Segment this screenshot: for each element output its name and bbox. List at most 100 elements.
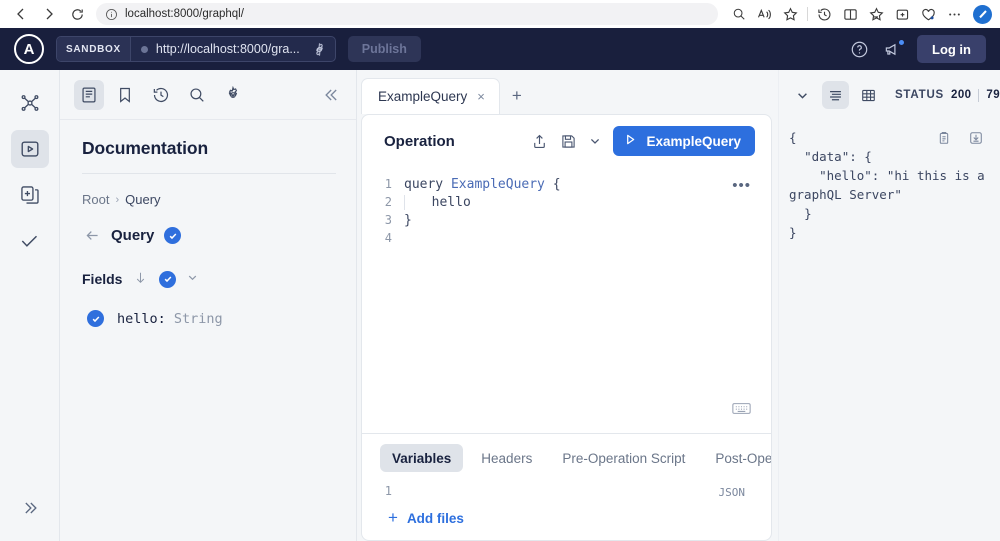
- list-item[interactable]: hello: String: [82, 310, 336, 327]
- line-number: 1: [384, 177, 392, 191]
- code-line: 1: [362, 482, 771, 500]
- browser-chrome-icons: [726, 2, 992, 26]
- breadcrumb: Root › Query: [82, 192, 336, 207]
- line-number: 4: [384, 231, 392, 245]
- share-upload-icon[interactable]: [531, 133, 548, 150]
- sort-arrow-icon[interactable]: [133, 270, 148, 288]
- help-circle-icon[interactable]: [850, 40, 869, 59]
- json-view-icon[interactable]: [822, 81, 849, 109]
- query-editor[interactable]: 1 query ExampleQuery { 2 hello 3 } 4 •••: [362, 167, 771, 433]
- play-icon: [624, 133, 637, 149]
- save-floppy-icon[interactable]: [560, 133, 577, 150]
- selected-check-icon[interactable]: [164, 227, 182, 244]
- read-aloud-icon[interactable]: [752, 2, 777, 26]
- tab-pre-operation-script[interactable]: Pre-Operation Script: [550, 444, 697, 472]
- run-operation-label: ExampleQuery: [646, 133, 741, 149]
- changelog-icon[interactable]: [11, 176, 49, 214]
- back-arrow-icon[interactable]: [84, 227, 101, 244]
- sandbox-badge: SANDBOX: [57, 37, 131, 61]
- variables-format-label: JSON: [718, 486, 746, 499]
- keyboard-shortcuts-icon[interactable]: [732, 401, 751, 421]
- collapse-panel-icon[interactable]: [322, 85, 342, 105]
- more-options-icon[interactable]: [942, 2, 967, 26]
- browser-url-field[interactable]: localhost:8000/graphql/: [96, 3, 718, 25]
- browser-toolbar: localhost:8000/graphql/: [0, 0, 1000, 28]
- add-files-button[interactable]: + Add files: [362, 500, 771, 528]
- documentation-toolbar: [60, 70, 356, 120]
- apollo-logo-letter: A: [23, 40, 35, 58]
- field-check-icon[interactable]: [87, 310, 104, 327]
- documentation-icon[interactable]: [74, 79, 104, 110]
- apollo-logo-icon[interactable]: A: [14, 34, 44, 64]
- code-keyword: query: [404, 176, 451, 192]
- operation-tabstrip: ExampleQuery × +: [357, 70, 778, 114]
- checks-icon[interactable]: [11, 222, 49, 260]
- code-line: 1 query ExampleQuery {: [362, 175, 771, 193]
- documentation-panel: Documentation Root › Query Query Fields: [60, 70, 357, 541]
- split-screen-icon[interactable]: [838, 2, 863, 26]
- explorer-play-icon[interactable]: [10, 130, 49, 168]
- chevron-down-icon[interactable]: [589, 135, 601, 147]
- copy-clipboard-icon[interactable]: [936, 130, 952, 146]
- code-line: 3 }: [362, 211, 771, 229]
- forward-arrow-icon[interactable]: [36, 2, 62, 26]
- endpoint-url-text: http://localhost:8000/gra...: [155, 42, 300, 56]
- tab-label: ExampleQuery: [378, 89, 468, 104]
- field-separator: :: [157, 310, 174, 327]
- collections-icon[interactable]: [864, 2, 889, 26]
- run-operation-button[interactable]: ExampleQuery: [613, 126, 755, 156]
- back-arrow-icon[interactable]: [8, 2, 34, 26]
- type-name: Query: [111, 227, 155, 244]
- code-line: 2 hello: [362, 193, 771, 211]
- tab-post-operation-script[interactable]: Post-Opera: [703, 444, 771, 472]
- endpoint-status-dot: [140, 45, 148, 53]
- variables-body[interactable]: 1 JSON + Add files: [362, 482, 771, 540]
- code-more-options-icon[interactable]: •••: [732, 177, 751, 194]
- endpoint-url-field[interactable]: http://localhost:8000/gra...: [131, 37, 335, 61]
- new-tab-button[interactable]: +: [500, 78, 534, 114]
- settings-gear-icon[interactable]: [308, 42, 327, 57]
- chevron-down-icon[interactable]: [789, 81, 815, 109]
- code-brace: {: [544, 176, 561, 192]
- tab-variables[interactable]: Variables: [380, 444, 464, 472]
- history-icon[interactable]: [812, 2, 837, 26]
- login-button[interactable]: Log in: [917, 35, 986, 63]
- type-header-row: Query: [82, 227, 336, 244]
- status-separator: [978, 88, 980, 102]
- publish-button[interactable]: Publish: [347, 36, 421, 62]
- download-icon[interactable]: [968, 130, 984, 146]
- megaphone-icon[interactable]: [883, 38, 905, 59]
- close-icon[interactable]: ×: [477, 89, 485, 104]
- browser-profile-avatar[interactable]: [973, 4, 992, 24]
- browser-extensions-icon[interactable]: [890, 2, 915, 26]
- expand-rail-icon[interactable]: [11, 489, 49, 527]
- code-text: }: [404, 212, 412, 228]
- field-type: String: [173, 310, 223, 327]
- settings-gear-icon[interactable]: [218, 80, 248, 110]
- search-icon[interactable]: [726, 2, 751, 26]
- browser-essentials-icon[interactable]: [916, 2, 941, 26]
- site-info-icon[interactable]: [105, 8, 118, 21]
- breadcrumb-root[interactable]: Root: [82, 192, 109, 207]
- reload-icon[interactable]: [64, 2, 90, 26]
- breadcrumb-query[interactable]: Query: [125, 192, 160, 207]
- tab-examplequery[interactable]: ExampleQuery ×: [361, 78, 500, 114]
- tab-headers[interactable]: Headers: [469, 444, 544, 472]
- graph-schema-icon[interactable]: [11, 84, 49, 122]
- history-icon[interactable]: [146, 80, 176, 110]
- bookmark-icon[interactable]: [110, 80, 140, 110]
- response-actions: [936, 130, 984, 146]
- fields-header-row: Fields: [82, 270, 336, 288]
- workspace: Documentation Root › Query Query Fields: [0, 70, 1000, 541]
- chevron-down-icon[interactable]: [187, 272, 198, 286]
- search-icon[interactable]: [182, 80, 212, 110]
- response-header: STATUS 200 79: [779, 70, 1000, 120]
- favorite-star-icon[interactable]: [778, 2, 803, 26]
- field-name: hello: String: [117, 311, 223, 327]
- plus-icon: +: [388, 508, 398, 527]
- table-view-icon[interactable]: [856, 81, 882, 109]
- select-all-fields-check-icon[interactable]: [159, 270, 177, 288]
- endpoint-group: SANDBOX http://localhost:8000/gra...: [56, 36, 336, 62]
- toolbar-divider: [807, 7, 808, 21]
- code-text: query ExampleQuery {: [404, 177, 561, 192]
